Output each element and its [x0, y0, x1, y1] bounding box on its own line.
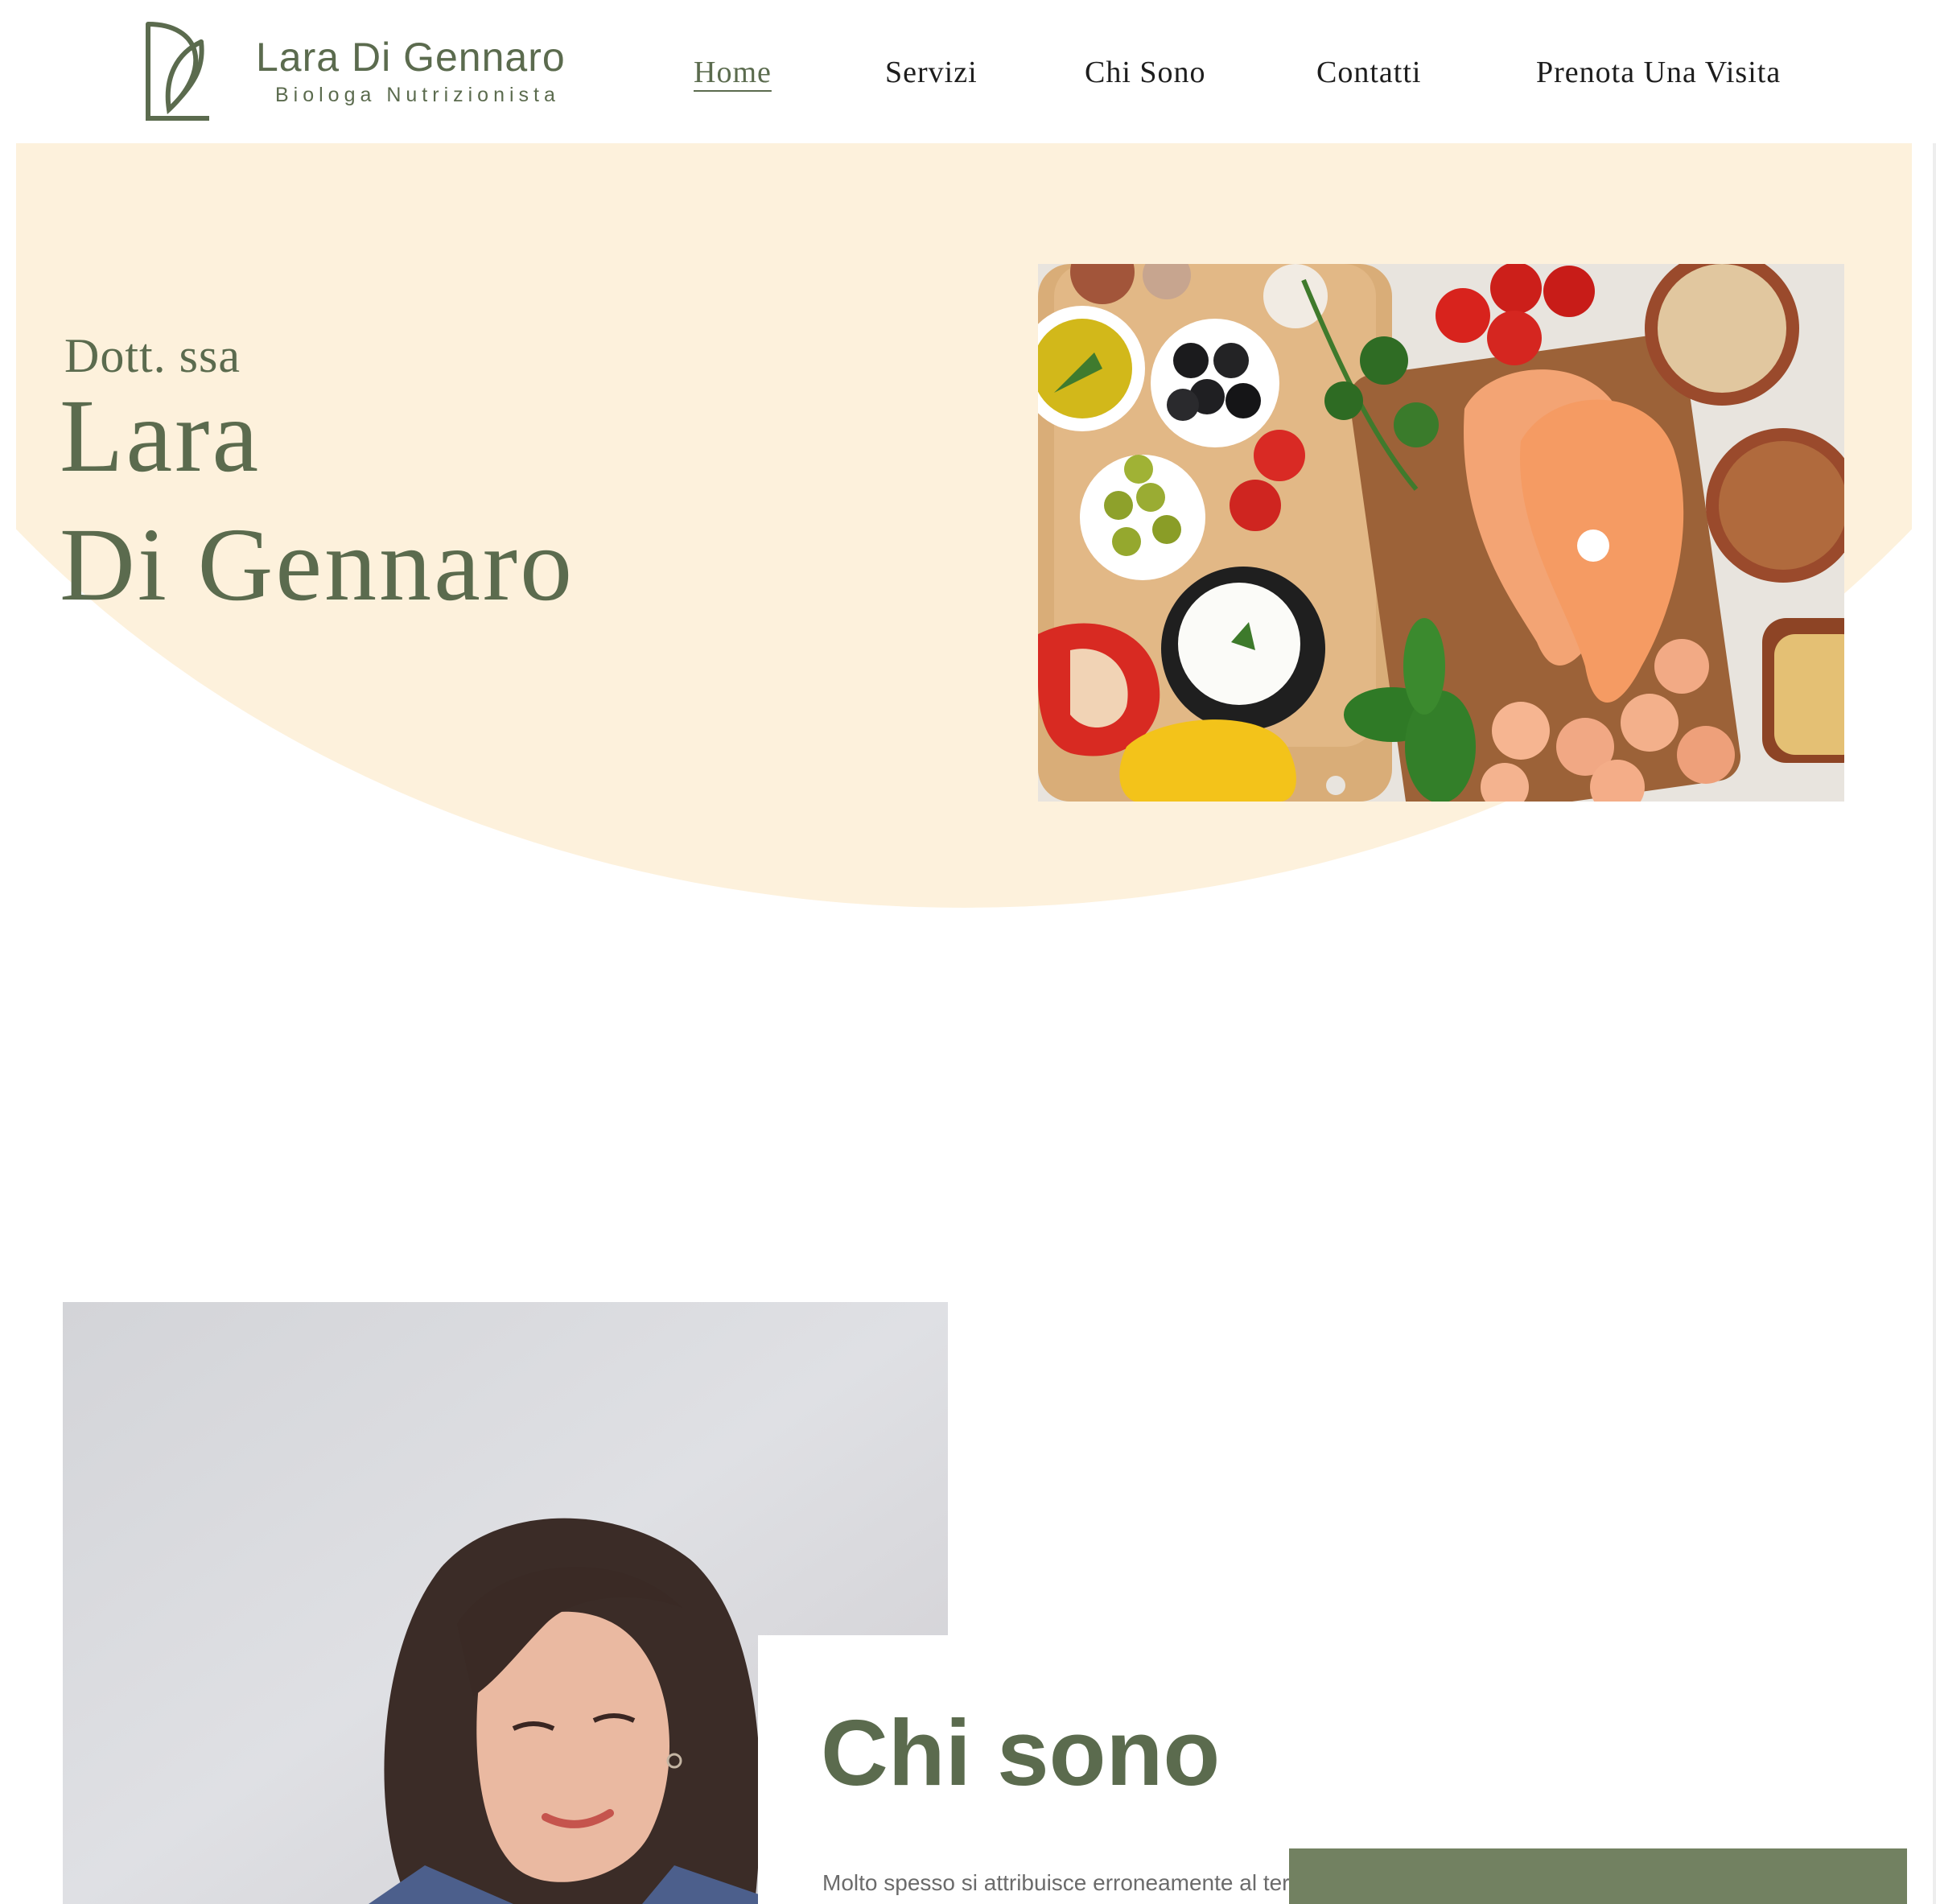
hero-food-image — [1038, 264, 1844, 802]
nav-chi-sono[interactable]: Chi Sono — [1085, 55, 1206, 90]
nav-contatti[interactable]: Contatti — [1316, 55, 1421, 90]
brand-subtitle: Biologa Nutrizionista — [275, 84, 560, 106]
nav-home[interactable]: Home — [694, 55, 772, 90]
brand-logo[interactable]: Lara Di Gennaro Biologa Nutrizionista — [145, 21, 566, 122]
nav-servizi[interactable]: Servizi — [885, 55, 978, 90]
hero-name-last: Di Gennaro — [60, 507, 575, 623]
site-header: Lara Di Gennaro Biologa Nutrizionista Ho… — [0, 0, 1936, 143]
about-title: Chi sono — [821, 1700, 1221, 1805]
about-accent-block — [1289, 1848, 1907, 1904]
hero-title-prefix: Dott. ssa — [64, 329, 241, 382]
brand-name: Lara Di Gennaro — [256, 35, 566, 80]
about-text: Molto spesso si attribuisce erroneamente… — [822, 1870, 1289, 1895]
page-edge — [1933, 0, 1936, 1904]
hero-name-first: Lara — [60, 378, 262, 494]
logo-leaf-icon — [146, 22, 209, 121]
nav-prenota-visita[interactable]: Prenota Una Visita — [1536, 55, 1781, 90]
